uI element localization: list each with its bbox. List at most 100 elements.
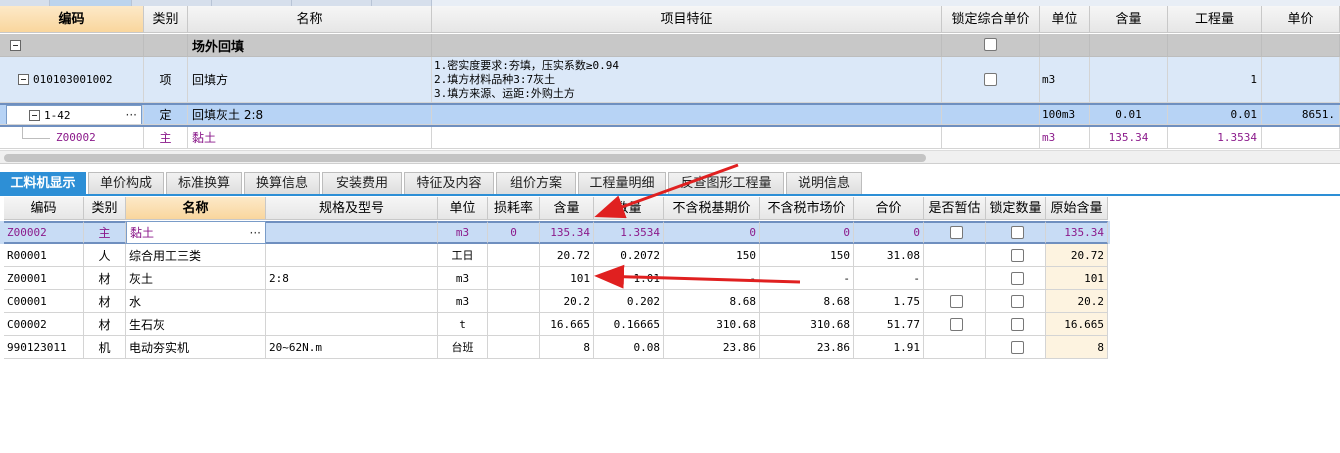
cell-loss[interactable] [488,336,540,359]
cell-type[interactable]: 人 [84,244,126,267]
cell-content[interactable]: 16.665 [540,313,594,336]
cell-qty[interactable]: 0.202 [594,290,664,313]
cell-qty[interactable]: 1.3534 [594,221,664,244]
cell-code[interactable]: C00001 [4,290,84,313]
cell-spec[interactable] [266,290,438,313]
col-header-total[interactable]: 合价 [854,197,924,220]
tab-standard-conversion[interactable]: 标准换算 [166,172,242,194]
cell-name[interactable]: 综合用工三类 [126,244,266,267]
section-row[interactable]: 场外回填 [0,34,1340,57]
upper-header-features[interactable]: 项目特征 [432,6,942,33]
tab-unit-price-composition[interactable]: 单价构成 [88,172,164,194]
cell-type[interactable]: 材 [84,313,126,336]
tab-installation-fee[interactable]: 安装费用 [322,172,402,194]
more-options-icon[interactable]: ··· [126,108,137,122]
cell-total[interactable]: 31.08 [854,244,924,267]
more-options-icon[interactable]: ··· [250,226,261,240]
cell-unit[interactable]: t [438,313,488,336]
cell-total[interactable]: 1.75 [854,290,924,313]
provisional-checkbox[interactable] [949,294,963,308]
cell-name[interactable]: 水 [126,290,266,313]
cell-content[interactable]: 8 [540,336,594,359]
cell-content[interactable]: 20.72 [540,244,594,267]
col-header-market-price[interactable]: 不含税市场价 [760,197,854,220]
cell-spec[interactable] [266,244,438,267]
provisional-checkbox[interactable] [949,317,963,331]
cell-loss[interactable]: 0 [488,221,540,244]
cell-content[interactable]: 135.34 [540,221,594,244]
cell-qty[interactable]: 0.2072 [594,244,664,267]
cell-loss[interactable] [488,290,540,313]
col-header-loss-rate[interactable]: 损耗率 [488,197,540,220]
collapse-icon[interactable] [29,109,40,121]
cell-unit[interactable]: 工日 [438,244,488,267]
cell-unit[interactable]: m3 [438,221,488,244]
col-header-provisional[interactable]: 是否暂估 [924,197,986,220]
lock-quantity-checkbox[interactable] [1010,294,1024,308]
section-lock-checkbox[interactable] [984,38,997,51]
cell-content[interactable]: 20.2 [540,290,594,313]
cell-spec[interactable]: 20~62N.m [266,336,438,359]
col-header-unit[interactable]: 单位 [438,197,488,220]
scrollbar-thumb[interactable] [4,154,926,162]
col-header-original-content[interactable]: 原始含量 [1046,197,1108,220]
collapse-icon[interactable] [18,74,29,85]
cell-base[interactable]: - [664,267,760,290]
cell-market[interactable]: 310.68 [760,313,854,336]
resource-row[interactable]: C00002 材 生石灰 t 16.665 0.16665 310.68 310.68 51.7… [0,313,1110,336]
cell-spec[interactable] [266,313,438,336]
tab-labor-material-machine[interactable]: 工料机显示 [0,172,86,194]
cell-unit[interactable]: m3 [438,267,488,290]
cell-type[interactable]: 材 [84,267,126,290]
item-lock-checkbox[interactable] [984,73,997,86]
cell-content[interactable]: 101 [540,267,594,290]
cell-market[interactable]: 0 [760,221,854,244]
cell-market[interactable]: - [760,267,854,290]
col-header-content[interactable]: 含量 [540,197,594,220]
cell-loss[interactable] [488,244,540,267]
cell-type[interactable]: 机 [84,336,126,359]
cell-orig[interactable]: 101 [1046,267,1108,290]
cell-type[interactable]: 主 [84,221,126,244]
cell-base[interactable]: 0 [664,221,760,244]
cell-orig[interactable]: 16.665 [1046,313,1108,336]
resource-row[interactable]: Z00002 主 黏土 ··· m3 0 135.34 1.3534 0 0 0 135.34 [0,221,1110,244]
col-header-quantity[interactable]: 数量 [594,197,664,220]
col-header-base-price[interactable]: 不含税基期价 [664,197,760,220]
cell-type[interactable]: 材 [84,290,126,313]
cell-orig[interactable]: 135.34 [1046,221,1108,244]
cell-spec[interactable]: 2:8 [266,267,438,290]
upper-header-quantity[interactable]: 工程量 [1168,6,1262,33]
cell-base[interactable]: 310.68 [664,313,760,336]
lock-quantity-checkbox[interactable] [1010,226,1024,239]
tab-quantity-detail[interactable]: 工程量明细 [578,172,666,194]
horizontal-scrollbar[interactable] [0,150,1340,164]
cell-name[interactable]: 灰土 [126,267,266,290]
tab-reverse-lookup-quantity[interactable]: 反查图形工程量 [668,172,784,194]
upper-header-price[interactable]: 单价 [1262,6,1340,33]
tab-features-content[interactable]: 特征及内容 [404,172,494,194]
resource-row[interactable]: 990123011 机 电动夯实机 20~62N.m 台班 8 0.08 23.86 23.86… [0,336,1110,359]
upper-header-type[interactable]: 类别 [144,6,188,33]
cell-qty[interactable]: 0.08 [594,336,664,359]
upper-header-unit[interactable]: 单位 [1040,6,1090,33]
cell-orig[interactable]: 20.72 [1046,244,1108,267]
col-header-name[interactable]: 名称 [126,197,266,220]
cell-qty[interactable]: 0.16665 [594,313,664,336]
upper-header-name[interactable]: 名称 [188,6,432,33]
cell-code[interactable]: C00002 [4,313,84,336]
resource-row[interactable]: Z00001 材 灰土 2:8 m3 101 1.01 - - - 101 [0,267,1110,290]
col-header-spec[interactable]: 规格及型号 [266,197,438,220]
lock-quantity-checkbox[interactable] [1010,248,1024,262]
cell-code[interactable]: Z00002 [4,221,84,244]
cell-base[interactable]: 8.68 [664,290,760,313]
cell-market[interactable]: 8.68 [760,290,854,313]
resource-row[interactable]: R00001 人 综合用工三类 工日 20.72 0.2072 150 150 31.08 20.… [0,244,1110,267]
col-header-type[interactable]: 类别 [84,197,126,220]
col-header-lock-quantity[interactable]: 锁定数量 [986,197,1046,220]
cell-loss[interactable] [488,313,540,336]
main-material-row[interactable]: Z00002 主 黏土 m3 135.34 1.3534 [0,127,1340,149]
cell-code[interactable]: Z00001 [4,267,84,290]
item-row[interactable]: 010103001002 项 回填方 1.密实度要求:夯填，压实系数≥0.94 … [0,57,1340,103]
cell-code[interactable]: R00001 [4,244,84,267]
